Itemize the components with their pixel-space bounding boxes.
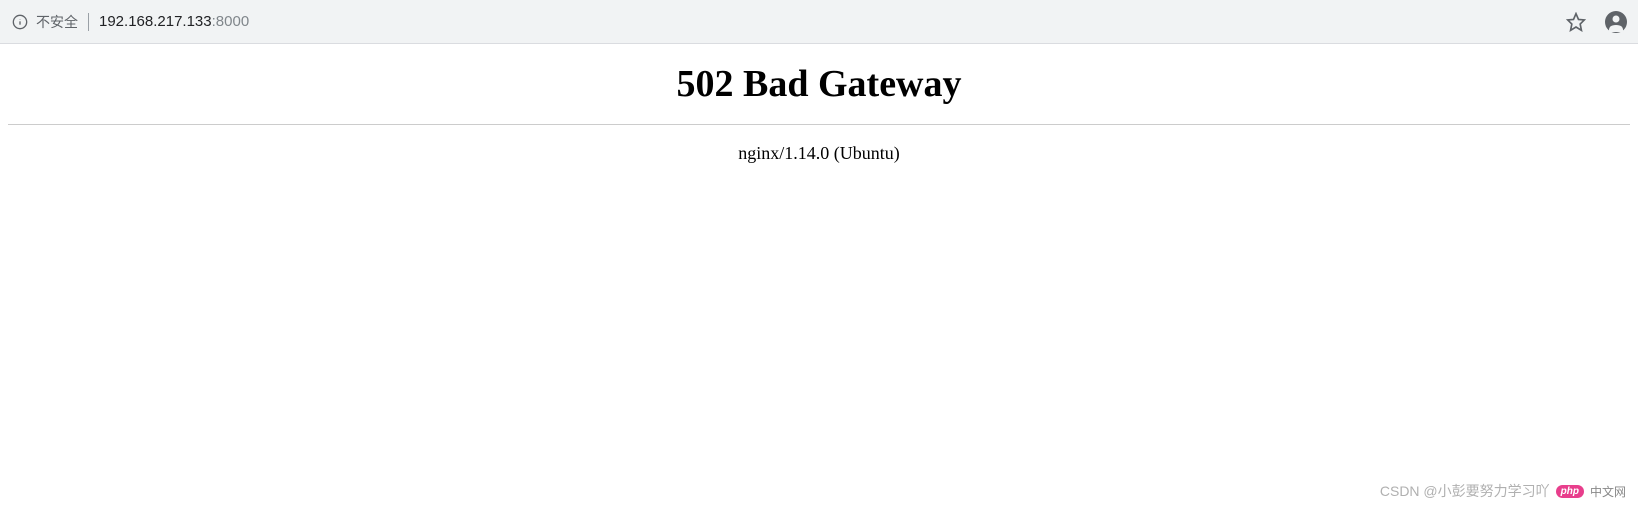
- error-page-content: 502 Bad Gateway nginx/1.14.0 (Ubuntu): [0, 44, 1638, 164]
- info-icon: [12, 14, 28, 30]
- security-info[interactable]: 不安全: [12, 12, 78, 32]
- security-label: 不安全: [36, 12, 78, 32]
- watermark: CSDN @小彭要努力学习吖 php 中文网: [1380, 481, 1626, 501]
- address-bar-right-controls: [1566, 10, 1628, 34]
- server-info: nginx/1.14.0 (Ubuntu): [0, 143, 1638, 164]
- browser-address-bar: 不安全 192.168.217.133:8000: [0, 0, 1638, 44]
- divider-line: [8, 124, 1630, 125]
- watermark-csdn-text: CSDN @小彭要努力学习吖: [1380, 481, 1550, 501]
- address-divider: [88, 13, 89, 31]
- url-display[interactable]: 192.168.217.133:8000: [99, 13, 249, 30]
- url-host: 192.168.217.133: [99, 13, 212, 30]
- error-title: 502 Bad Gateway: [0, 62, 1638, 106]
- watermark-cn-text: 中文网: [1590, 483, 1626, 500]
- bookmark-star-icon[interactable]: [1566, 12, 1586, 32]
- profile-icon[interactable]: [1604, 10, 1628, 34]
- php-badge: php: [1556, 485, 1584, 498]
- url-port: :8000: [212, 13, 250, 30]
